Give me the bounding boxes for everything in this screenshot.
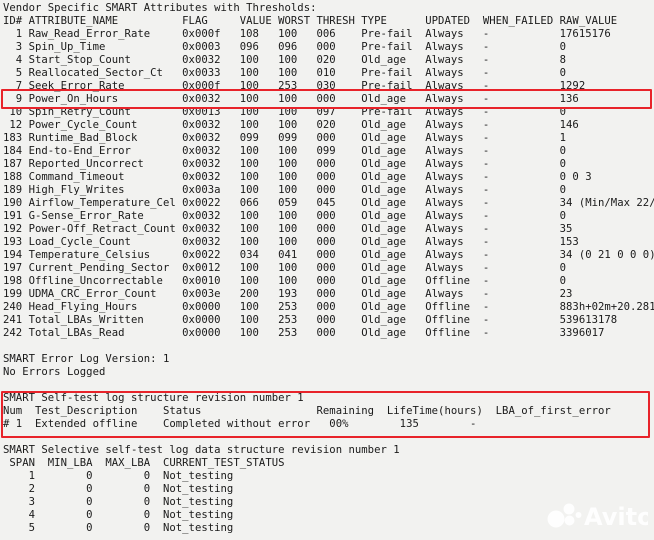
attribute-row: 198 Offline_Uncorrectable 0x0010 100 100… — [3, 275, 567, 287]
selective-log-body: 1 0 0 Not_testing 2 0 0 Not_testing 3 0 … — [0, 470, 654, 535]
attribute-row: 3 Spin_Up_Time 0x0003 096 096 000 Pre-fa… — [3, 41, 567, 53]
attribute-row: 241 Total_LBAs_Written 0x0000 100 253 00… — [3, 314, 618, 326]
selective-row: 2 0 0 Not_testing — [3, 483, 234, 495]
attribute-row: 194 Temperature_Celsius 0x0022 034 041 0… — [3, 249, 654, 261]
error-log-status: No Errors Logged — [3, 366, 106, 378]
attribute-row: 193 Load_Cycle_Count 0x0032 100 100 000 … — [3, 236, 579, 248]
selective-row: 1 0 0 Not_testing — [3, 470, 234, 482]
selftest-log-header: Num Test_Description Status Remaining Li… — [3, 405, 611, 417]
section-heading-vendor-attributes: Vendor Specific SMART Attributes with Th… — [3, 2, 317, 14]
attribute-row: 1 Raw_Read_Error_Rate 0x000f 108 100 006… — [3, 28, 611, 40]
attribute-row: 12 Power_Cycle_Count 0x0032 100 100 020 … — [3, 119, 579, 131]
attribute-table-body: 1 Raw_Read_Error_Rate 0x000f 108 100 006… — [0, 28, 654, 340]
attribute-row: 199 UDMA_CRC_Error_Count 0x003e 200 193 … — [3, 288, 573, 300]
attribute-row: 197 Current_Pending_Sector 0x0012 100 10… — [3, 262, 567, 274]
attribute-row: 10 Spin_Retry_Count 0x0013 100 100 097 P… — [3, 106, 567, 118]
terminal-output: Vendor Specific SMART Attributes with Th… — [0, 0, 654, 540]
attribute-row: 184 End-to-End_Error 0x0032 100 100 099 … — [3, 145, 567, 157]
attribute-row: 192 Power-Off_Retract_Count 0x0032 100 1… — [3, 223, 573, 235]
selective-row: 5 0 0 Not_testing — [3, 522, 234, 534]
selective-row: 3 0 0 Not_testing — [3, 496, 234, 508]
attribute-row: 189 High_Fly_Writes 0x003a 100 100 000 O… — [3, 184, 567, 196]
attribute-row: 240 Head_Flying_Hours 0x0000 100 253 000… — [3, 301, 654, 313]
attribute-row: 191 G-Sense_Error_Rate 0x0032 100 100 00… — [3, 210, 567, 222]
attribute-row: 5 Reallocated_Sector_Ct 0x0033 100 100 0… — [3, 67, 567, 79]
attribute-row: 188 Command_Timeout 0x0032 100 100 000 O… — [3, 171, 592, 183]
attribute-row: 4 Start_Stop_Count 0x0032 100 100 020 Ol… — [3, 54, 567, 66]
attribute-row: 7 Seek_Error_Rate 0x000f 100 253 030 Pre… — [3, 80, 586, 92]
selective-log-title: SMART Selective self-test log data struc… — [3, 444, 400, 456]
selective-log-header: SPAN MIN_LBA MAX_LBA CURRENT_TEST_STATUS — [3, 457, 285, 469]
selective-row: 4 0 0 Not_testing — [3, 509, 234, 521]
attribute-row: 187 Reported_Uncorrect 0x0032 100 100 00… — [3, 158, 567, 170]
attribute-row: 183 Runtime_Bad_Block 0x0032 099 099 000… — [3, 132, 567, 144]
attribute-row: 190 Airflow_Temperature_Cel 0x0022 066 0… — [3, 197, 654, 209]
error-log-version: SMART Error Log Version: 1 — [3, 353, 170, 365]
selftest-log-body: # 1 Extended offline Completed without e… — [0, 418, 654, 431]
selftest-log-title: SMART Self-test log structure revision n… — [3, 392, 304, 404]
selftest-row: # 1 Extended offline Completed without e… — [3, 418, 477, 430]
attribute-row: 9 Power_On_Hours 0x0032 100 100 000 Old_… — [3, 93, 579, 105]
attribute-row: 242 Total_LBAs_Read 0x0000 100 253 000 O… — [3, 327, 605, 339]
attribute-table-header: ID# ATTRIBUTE_NAME FLAG VALUE WORST THRE… — [3, 15, 618, 27]
